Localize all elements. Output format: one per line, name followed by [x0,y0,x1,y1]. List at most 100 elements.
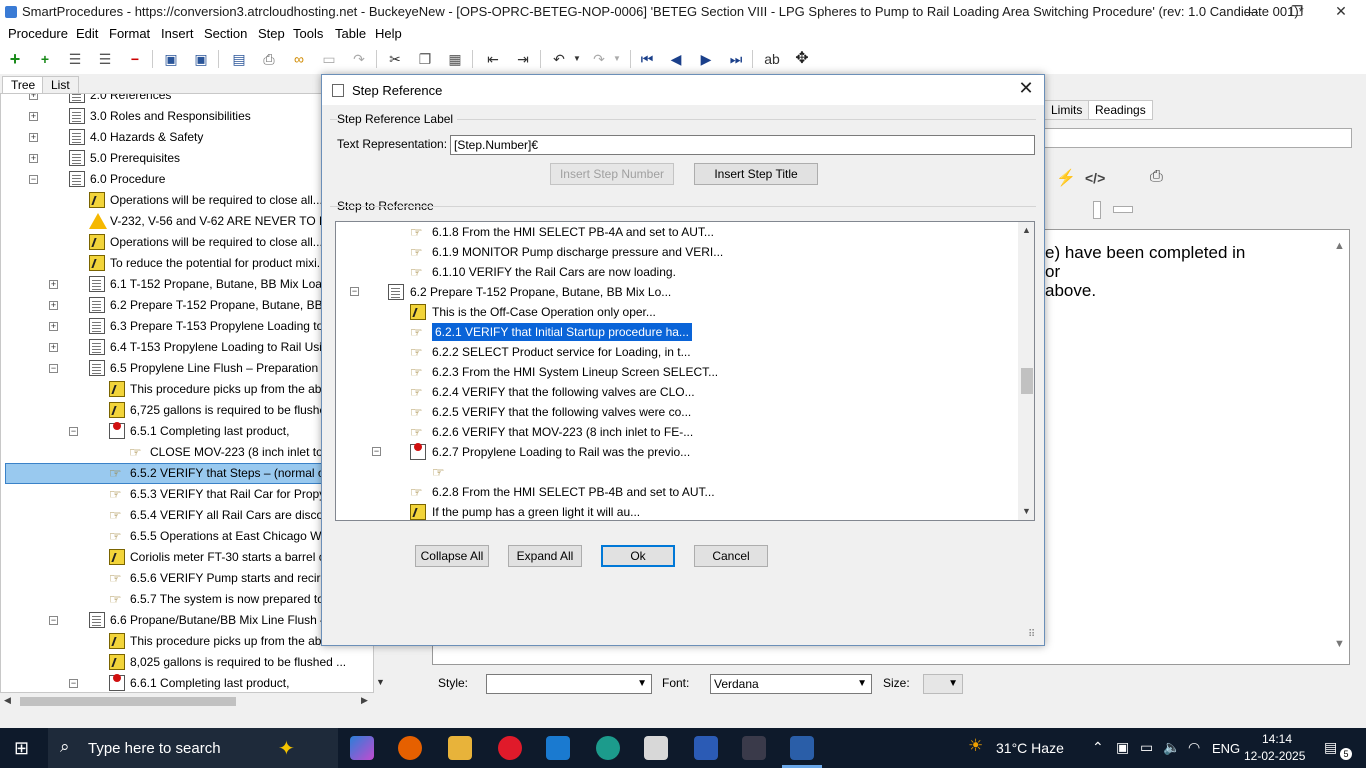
menu-section[interactable]: Section [204,26,247,41]
expand-icon[interactable]: + [29,94,38,100]
insert-step-title-button[interactable]: Insert Step Title [694,163,818,185]
chevron-up-icon[interactable]: ⌃ [1092,739,1104,756]
collapse-icon[interactable]: − [350,287,359,296]
export-icon[interactable]: ▤ [230,50,248,68]
tree-node[interactable]: To reduce the potential for product mixi… [1,253,373,274]
expand-icon[interactable]: + [29,133,38,142]
windows-start-icon[interactable]: ⊞ [14,738,29,759]
battery-icon[interactable]: ▭ [1140,739,1153,756]
reference-tree-node[interactable]: ☞ 6.2.6 VERIFY that MOV-223 (8 inch inlet… [336,422,1016,442]
tree-node[interactable]: ☞ 6.5.5 Operations at East Chicago West, … [1,526,373,547]
tree-node[interactable]: ☞ 6.5.6 VERIFY Pump starts and recirculat… [1,568,373,589]
tree-node[interactable]: ☞ 6.5.4 VERIFY all Rail Cars are disconne… [1,505,373,526]
scroll-down-icon[interactable]: ▼ [1022,506,1031,516]
tab-tree[interactable]: Tree [2,76,45,94]
remote-desktop-icon[interactable] [742,736,766,760]
tree-node[interactable]: +4.0 Hazards & Safety [1,127,373,148]
copy-icon[interactable]: ❐ [416,50,434,68]
link-icon[interactable]: ∞ [290,50,308,68]
last-icon[interactable]: ⏭ [727,50,745,68]
move-icon[interactable]: ✥ [793,50,811,68]
collapse-icon[interactable]: − [29,175,38,184]
tree-node[interactable]: +5.0 Prerequisites [1,148,373,169]
clock-time[interactable]: 14:14 [1262,732,1292,746]
tree-node[interactable]: +6.4 T-153 Propylene Loading to Rail Usi… [1,337,373,358]
tab-readings[interactable]: Readings [1088,100,1153,120]
weather-text[interactable]: 31°C Haze [996,740,1064,756]
html-icon[interactable]: </> [1085,170,1105,186]
cut-icon[interactable]: ✂ [386,50,404,68]
reference-tree-node[interactable]: If the pump has a green light it will au… [336,502,1016,520]
spellcheck-icon[interactable]: ab [763,50,781,68]
word-icon[interactable] [694,736,718,760]
reference-tree-node[interactable]: ☞ 6.2.2 SELECT Product service for Loadin… [336,342,1016,362]
tree-node[interactable]: ☞ 6.5.2 VERIFY that Steps – (normal opera… [1,463,373,484]
print-preview-icon[interactable]: ⎙ [1150,168,1163,186]
firefox-icon[interactable] [398,736,422,760]
tree-node[interactable]: ☞ 6.5.3 VERIFY that Rail Car for Propylen… [1,484,373,505]
expand-all-button[interactable]: Expand All [508,545,582,567]
insert-step-number-button[interactable]: Insert Step Number [550,163,674,185]
menu-format[interactable]: Format [109,26,150,41]
network-icon[interactable]: ▣ [1116,739,1129,756]
ok-button[interactable]: Ok [601,545,675,567]
menu-edit[interactable]: Edit [76,26,98,41]
notification-icon[interactable]: ▤ [1324,739,1337,756]
expand-icon[interactable]: + [29,154,38,163]
tree-horizontal-scrollbar[interactable]: ◀ ▶ [0,693,374,710]
app-icon[interactable] [644,736,668,760]
collapse-icon[interactable]: − [69,679,78,688]
reference-tree-node[interactable]: ☞ 6.1.9 MONITOR Pump discharge pressure a… [336,242,1016,262]
undo-icon[interactable]: ↶ [550,50,568,68]
cancel-button[interactable]: Cancel [694,545,768,567]
reference-tree-node[interactable]: ☞ 6.2.8 From the HMI SELECT PB-4B and set… [336,482,1016,502]
tree-node[interactable]: V-232, V-56 and V-62 ARE NEVER TO BE OPE… [1,211,373,232]
paste-icon[interactable]: ▦ [446,50,464,68]
magic-wand-icon[interactable]: ⚡ [1056,168,1076,188]
add-icon[interactable]: + [6,50,24,68]
next-icon[interactable]: ▶ [697,50,715,68]
tree-node[interactable]: Coriolis meter FT-30 starts a barrel cou… [1,547,373,568]
tree-node[interactable]: − 6.0 Procedure [1,169,373,190]
tree-node[interactable]: +2.0 References [1,94,373,106]
tree-node[interactable]: − 6.6.1 Completing last product, [1,673,373,692]
scroll-left-icon[interactable]: ◀ [4,695,11,706]
expand-icon[interactable]: + [49,301,58,310]
tab-list[interactable]: List [42,76,79,94]
expand-icon[interactable]: + [49,322,58,331]
scroll-up-icon[interactable]: ▲ [1334,240,1345,252]
reference-tree[interactable]: If the pump has a green light it will au… [335,221,1035,521]
previous-icon[interactable]: ◀ [667,50,685,68]
mail-icon[interactable] [546,736,570,760]
tree-node[interactable]: 8,025 gallons is required to be flushed … [1,652,373,673]
tree-node[interactable]: ☞ 6.5.7 The system is now prepared to loa… [1,589,373,610]
language-indicator[interactable]: ENG [1212,741,1240,756]
collapse-icon[interactable]: − [49,364,58,373]
collapse-icon[interactable]: − [69,427,78,436]
indent-icon[interactable]: ⇥ [514,50,532,68]
collapse-all-button[interactable]: Collapse All [415,545,489,567]
menu-tools[interactable]: Tools [293,26,323,41]
tree-node[interactable]: This procedure picks up from the above s… [1,631,373,652]
reference-tree-node[interactable]: ☞ [336,462,1016,482]
size-select[interactable]: ▼ [923,674,963,694]
menu-step[interactable]: Step [258,26,285,41]
scroll-thumb[interactable] [1021,368,1033,394]
save-copy-icon[interactable]: ▣ [162,50,180,68]
restore-button[interactable]: ❐ [1274,0,1320,24]
reference-tree-node[interactable]: This is the Off-Case Operation only oper… [336,302,1016,322]
text-representation-input[interactable]: [Step.Number]€ [450,135,1035,155]
reference-tree-node[interactable]: ☞ 6.2.4 VERIFY that the following valves … [336,382,1016,402]
resize-grip-icon[interactable]: ⠿ [1028,629,1035,640]
expand-icon[interactable]: + [29,112,38,121]
tree-node[interactable]: +6.2 Prepare T-152 Propane, Butane, BB M… [1,295,373,316]
menu-procedure[interactable]: Procedure [8,26,68,41]
expand-icon[interactable]: + [49,280,58,289]
tree-node[interactable]: Operations will be required to close all… [1,232,373,253]
procedure-tree[interactable]: +2.0 References +3.0 Roles and Responsibi… [0,93,374,693]
tree-node[interactable]: ☞ CLOSE MOV-223 (8 inch inlet to FE-30 M [1,442,373,463]
tree-node[interactable]: −6.6 Propane/Butane/BB Mix Line Flush – … [1,610,373,631]
remove-icon[interactable]: − [126,50,144,68]
collapse-icon[interactable]: − [372,447,381,456]
tree-node[interactable]: This procedure picks up from the above s… [1,379,373,400]
